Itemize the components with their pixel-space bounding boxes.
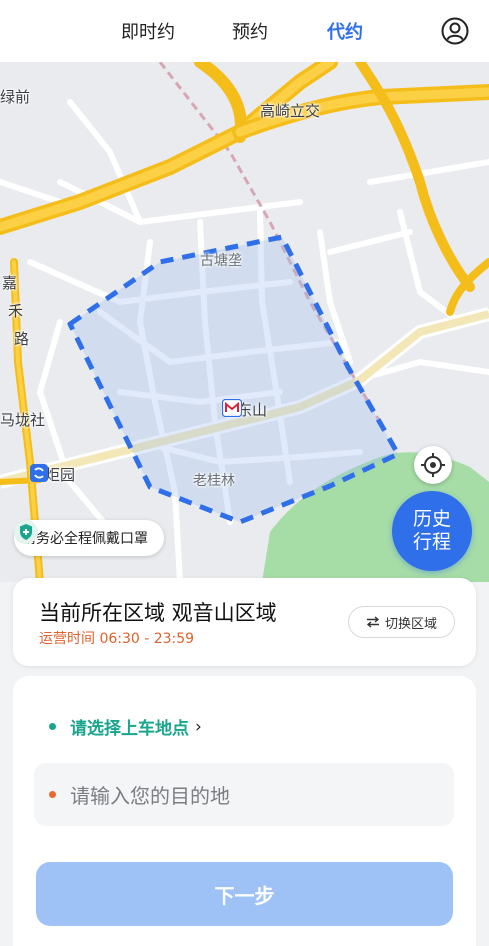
metro-icon — [222, 399, 242, 417]
pickup-label: 请选择上车地点 — [70, 719, 189, 739]
destination-input[interactable]: 请输入您的目的地 — [34, 763, 454, 826]
mask-reminder-text: 请务必全程佩戴口罩 — [22, 531, 148, 547]
map-label-lu-qian: 绿前 — [0, 88, 31, 106]
user-icon[interactable] — [441, 17, 469, 45]
operating-hours: 运营时间 06:30 - 23:59 — [39, 631, 195, 647]
bus-station-icon — [30, 464, 48, 482]
destination-placeholder: 请输入您的目的地 — [70, 784, 230, 808]
map-label-gutangke: 古塘垄 — [200, 253, 242, 269]
map-label-jiahe-road-2: 禾 — [8, 302, 24, 320]
next-step-button[interactable]: 下一步 — [36, 862, 453, 926]
booking-form-card: 请选择上车地点 › 请输入您的目的地 下一步 — [13, 676, 476, 946]
tab-proxy-booking[interactable]: 代约 — [327, 18, 363, 44]
switch-area-button[interactable]: 切换区域 — [348, 606, 455, 638]
map-label-gaoqi-interchange: 高崎立交 — [260, 102, 321, 120]
history-line-1: 历史 — [412, 508, 451, 530]
locate-icon — [421, 453, 445, 477]
map-label-laoguilin: 老桂林 — [193, 473, 235, 489]
switch-area-label: 切换区域 — [384, 616, 437, 632]
shield-plus-icon — [14, 520, 38, 544]
pickup-location-selector[interactable]: 请选择上车地点 › — [49, 714, 202, 739]
map-label-malongshe: 马垅社 — [0, 411, 46, 429]
mask-reminder-banner: 请务必全程佩戴口罩 — [14, 520, 164, 556]
tab-reservation[interactable]: 预约 — [232, 18, 268, 44]
map-label-xiaodongshan: 小东山 — [222, 399, 267, 420]
service-area-card: 当前所在区域 观音山区域 运营时间 06:30 - 23:59 切换区域 — [13, 578, 476, 666]
map-view[interactable]: 绿前 高崎立交 古塘垄 嘉 禾 路 马垅社 小东山 火炬园 老桂林 禾 历史 行… — [0, 62, 489, 582]
pickup-dot — [49, 723, 56, 730]
destination-dot — [49, 791, 56, 798]
current-area-title: 当前所在区域 观音山区域 — [39, 601, 277, 625]
top-navigation-bar: 即时约 预约 代约 — [0, 0, 489, 62]
map-label-huojuyuan: 火炬园 — [30, 464, 75, 485]
history-trips-button[interactable]: 历史 行程 — [392, 491, 472, 571]
map-label-jiahe-road-3: 路 — [14, 330, 30, 348]
map-label-jiahe-road-1: 嘉 — [2, 274, 18, 292]
history-line-2: 行程 — [412, 531, 451, 553]
tab-instant[interactable]: 即时约 — [121, 18, 175, 44]
swap-arrows-icon — [366, 616, 380, 628]
locate-button[interactable] — [414, 446, 452, 484]
chevron-right-icon: › — [195, 716, 202, 737]
